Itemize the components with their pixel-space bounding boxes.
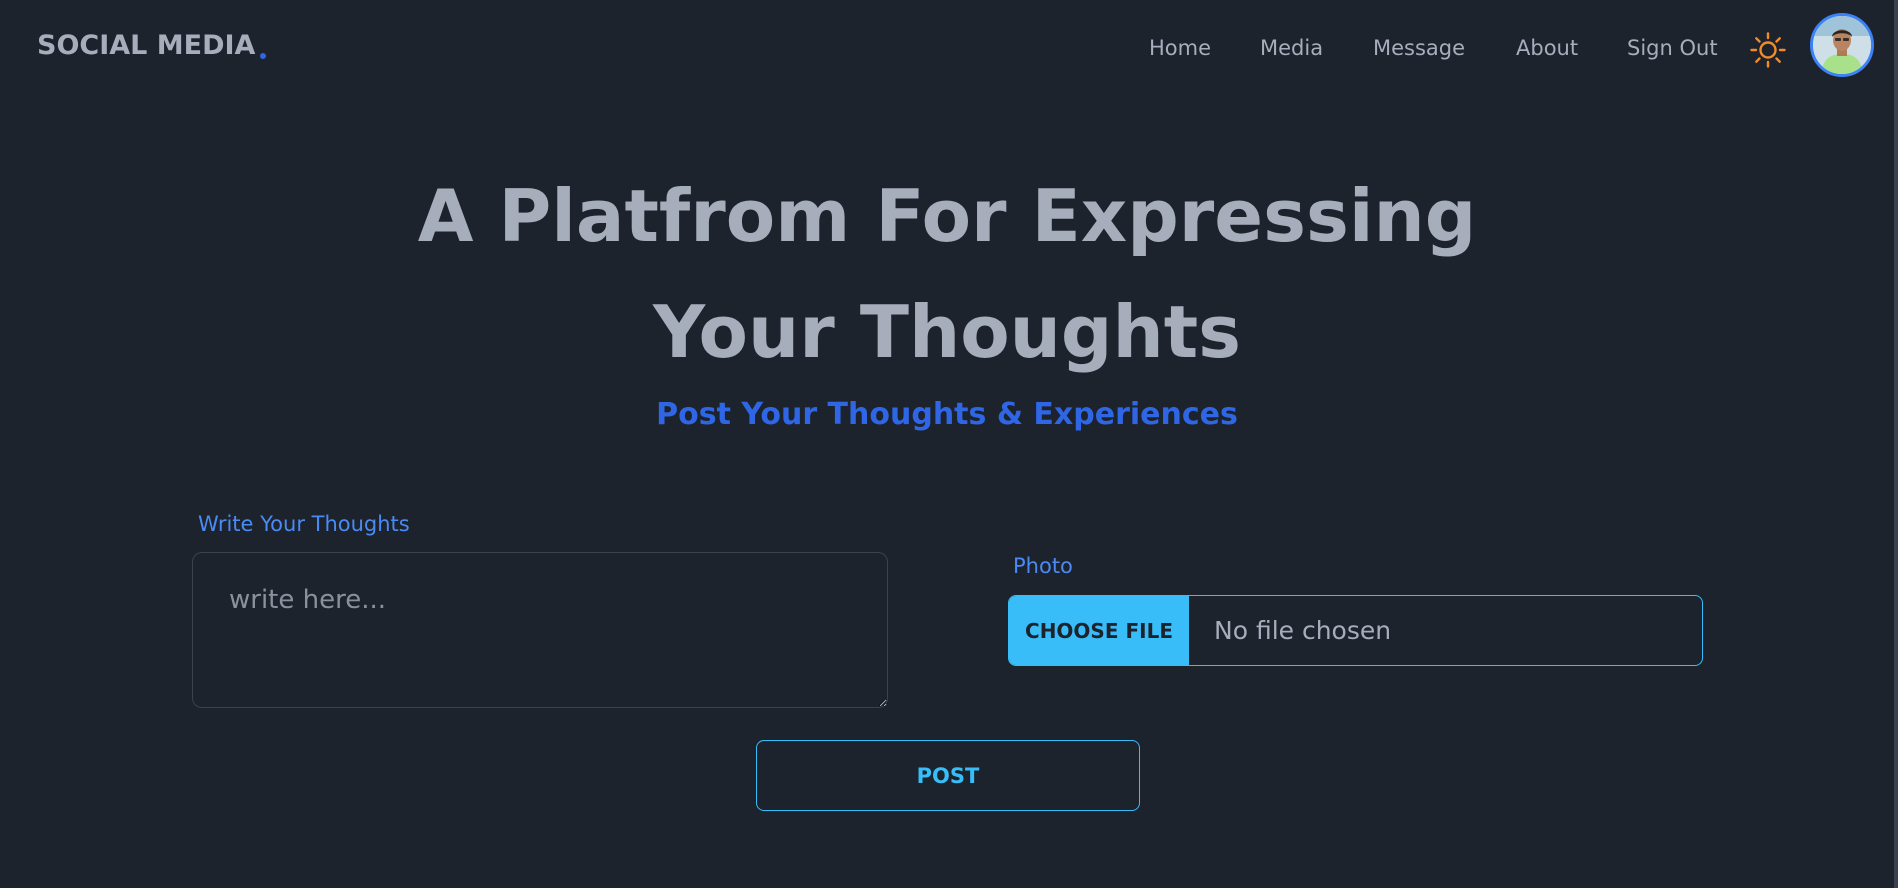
photo-label: Photo bbox=[1013, 554, 1073, 578]
thoughts-textarea[interactable] bbox=[192, 552, 888, 708]
post-button[interactable]: POST bbox=[756, 740, 1140, 811]
avatar[interactable] bbox=[1810, 13, 1874, 77]
scrollbar-track[interactable] bbox=[1894, 0, 1898, 888]
sun-icon[interactable] bbox=[1750, 32, 1786, 68]
nav-item-message[interactable]: Message bbox=[1373, 36, 1465, 60]
brand-logo[interactable]: SOCIAL MEDIA bbox=[37, 30, 255, 61]
choose-file-button[interactable]: CHOOSE FILE bbox=[1009, 596, 1189, 665]
nav-item-media[interactable]: Media bbox=[1260, 36, 1323, 60]
nav-item-home[interactable]: Home bbox=[1149, 36, 1211, 60]
hero-title-line-2: Your Thoughts bbox=[653, 290, 1241, 374]
hero-subtitle: Post Your Thoughts & Experiences bbox=[656, 397, 1238, 432]
brand-dot bbox=[260, 53, 266, 59]
photo-file-input[interactable]: CHOOSE FILE No file chosen bbox=[1008, 595, 1703, 666]
scrollbar-thumb[interactable] bbox=[1894, 0, 1898, 888]
file-status-text: No file chosen bbox=[1214, 616, 1392, 645]
thoughts-label: Write Your Thoughts bbox=[198, 512, 410, 536]
user-avatar-icon bbox=[1813, 16, 1871, 74]
hero-title-line-1: A Platfrom For Expressing bbox=[417, 174, 1477, 258]
nav-item-about[interactable]: About bbox=[1516, 36, 1578, 60]
navbar: SOCIAL MEDIA Home Media Message About Si… bbox=[0, 0, 1894, 100]
page: SOCIAL MEDIA Home Media Message About Si… bbox=[0, 0, 1898, 888]
nav-item-sign-out[interactable]: Sign Out bbox=[1627, 36, 1718, 60]
